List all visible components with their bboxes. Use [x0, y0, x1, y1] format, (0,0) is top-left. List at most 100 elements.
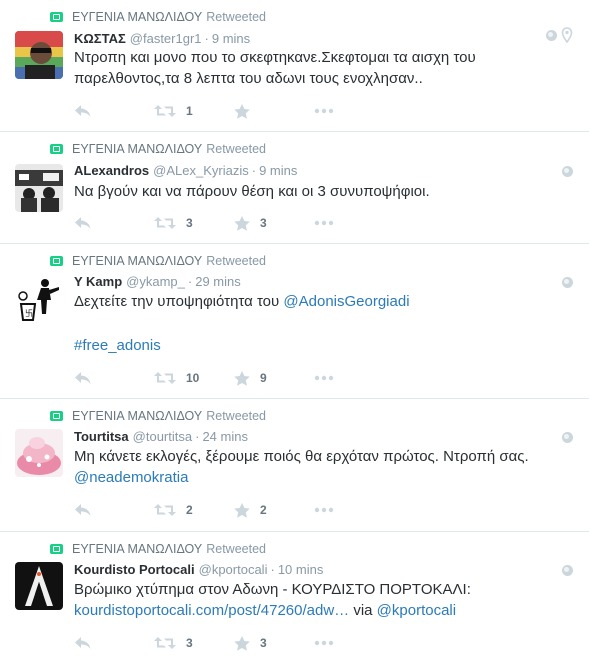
retweet-button[interactable]: 3 [154, 213, 234, 233]
timestamp[interactable]: 9 mins [212, 31, 250, 46]
retweet-button[interactable]: 2 [154, 500, 234, 520]
avatar[interactable] [15, 31, 63, 79]
tweet: ΕΥΓΕΝΙΑ ΜΑΝΩΛΙΔΟΥ Retweeted Kourdisto Po… [0, 532, 589, 662]
tweet-actions: 2 2 [74, 500, 334, 520]
more-button[interactable] [314, 368, 334, 388]
tweet: ΕΥΓΕΝΙΑ ΜΑΝΩΛΙΔΟΥ Retweeted ΚΩΣΤΑΣ @faste… [0, 0, 589, 132]
mention-link[interactable]: @neademokratia [74, 467, 579, 488]
retweeter-name[interactable]: ΕΥΓΕΝΙΑ ΜΑΝΩΛΙΔΟΥ [72, 409, 202, 423]
username[interactable]: @faster1gr1 [130, 31, 202, 46]
svg-text:卐: 卐 [25, 309, 33, 318]
favorite-button[interactable]: 3 [234, 213, 314, 233]
tweet-meta-icons [546, 27, 573, 43]
more-button[interactable] [314, 633, 334, 653]
reply-button[interactable] [74, 633, 154, 653]
separator-dot: · [251, 163, 257, 178]
tweet-meta-icons [562, 565, 573, 576]
avatar[interactable]: 卐 [15, 274, 63, 322]
retweeter-name[interactable]: ΕΥΓΕΝΙΑ ΜΑΝΩΛΙΔΟΥ [72, 142, 202, 156]
tweet-header: ΚΩΣΤΑΣ @faster1gr1 · 9 mins [74, 31, 250, 46]
reply-icon [75, 217, 91, 229]
tweet-text-line: Ντροπη και μονο που το σκεφτηκανε.Σκεφτο… [74, 49, 476, 66]
avatar[interactable] [15, 562, 63, 610]
retweeter-name[interactable]: ΕΥΓΕΝΙΑ ΜΑΝΩΛΙΔΟΥ [72, 10, 202, 24]
reply-button[interactable] [74, 368, 154, 388]
timestamp[interactable]: 9 mins [259, 163, 297, 178]
timestamp[interactable]: 10 mins [278, 562, 324, 577]
avatar[interactable] [15, 164, 63, 212]
retweet-context-icon [50, 12, 63, 22]
location-pin-icon[interactable] [561, 27, 573, 43]
more-dots-icon [314, 375, 334, 381]
display-name[interactable]: ALexandros [74, 163, 149, 178]
tweet-text: Μη κάνετε εκλογές, ξέρουμε ποιός θα ερχό… [74, 446, 579, 488]
reply-button[interactable] [74, 213, 154, 233]
retweet-context-icon [50, 144, 63, 154]
tweet-meta-icons [562, 432, 573, 443]
favorite-button[interactable]: 2 [234, 500, 314, 520]
more-button[interactable] [314, 101, 334, 121]
username[interactable]: @kportocali [199, 562, 268, 577]
display-name[interactable]: Kourdisto Portocali [74, 562, 195, 577]
reply-icon [75, 372, 91, 384]
display-name[interactable]: Tourtitsa [74, 429, 129, 444]
retweet-count: 10 [186, 371, 200, 385]
tweet-text: Να βγούν και να πάρουν θέση και οι 3 συν… [74, 181, 569, 202]
retweet-context: ΕΥΓΕΝΙΑ ΜΑΝΩΛΙΔΟΥ Retweeted [50, 408, 266, 424]
tweet-header: ALexandros @ALex_Kyriazis · 9 mins [74, 163, 297, 178]
tweet-header: Kourdisto Portocali @kportocali · 10 mins [74, 562, 323, 577]
retweeter-name[interactable]: ΕΥΓΕΝΙΑ ΜΑΝΩΛΙΔΟΥ [72, 542, 202, 556]
tweet-text: Ντροπη και μονο που το σκεφτηκανε.Σκεφτο… [74, 47, 569, 89]
reply-button[interactable] [74, 101, 154, 121]
retweet-icon [154, 637, 176, 649]
retweet-context: ΕΥΓΕΝΙΑ ΜΑΝΩΛΙΔΟΥ Retweeted [50, 253, 266, 269]
favorite-button[interactable]: 3 [234, 633, 314, 653]
retweet-icon [154, 105, 176, 117]
more-dots-icon [314, 108, 334, 114]
more-button[interactable] [314, 213, 334, 233]
more-button[interactable] [314, 500, 334, 520]
more-dots-icon [314, 640, 334, 646]
retweet-count: 1 [186, 104, 193, 118]
favorite-count: 9 [260, 371, 267, 385]
globe-icon [562, 432, 573, 443]
display-name[interactable]: Y Kamp [74, 274, 122, 289]
star-icon [234, 103, 250, 119]
username[interactable]: @ALex_Kyriazis [153, 163, 249, 178]
tweet-header: Y Kamp @ykamp_ · 29 mins [74, 274, 241, 289]
display-name[interactable]: ΚΩΣΤΑΣ [74, 31, 126, 46]
mention-link[interactable]: @kportocali [377, 602, 456, 619]
star-icon [234, 215, 250, 231]
tweet-actions: 3 3 [74, 633, 334, 653]
more-dots-icon [314, 507, 334, 513]
retweeted-label: Retweeted [206, 142, 266, 156]
retweet-context-icon [50, 411, 63, 421]
tweet-text-line: Δεχτείτε την υποψηφιότητα του @AdonisGeo… [74, 291, 569, 312]
favorite-button[interactable] [234, 101, 314, 121]
retweeter-name[interactable]: ΕΥΓΕΝΙΑ ΜΑΝΩΛΙΔΟΥ [72, 254, 202, 268]
retweet-count: 2 [186, 503, 193, 517]
mention-link[interactable]: @AdonisGeorgiadi [283, 293, 409, 310]
tweet-actions: 1 [74, 101, 334, 121]
reply-icon [75, 637, 91, 649]
retweet-context: ΕΥΓΕΝΙΑ ΜΑΝΩΛΙΔΟΥ Retweeted [50, 9, 266, 25]
username[interactable]: @ykamp_ [126, 274, 185, 289]
username[interactable]: @tourtitsa [133, 429, 192, 444]
hashtag-link[interactable]: #free_adonis [74, 335, 569, 356]
retweet-button[interactable]: 1 [154, 101, 234, 121]
url-link[interactable]: kourdistoportocali.com/post/47260/adw… [74, 602, 349, 619]
separator-dot: · [195, 429, 200, 444]
timestamp[interactable]: 24 mins [202, 429, 248, 444]
favorite-button[interactable]: 9 [234, 368, 314, 388]
retweet-button[interactable]: 3 [154, 633, 234, 653]
tweet-text-line: Να βγούν και να πάρουν θέση και οι 3 συν… [74, 183, 430, 200]
retweet-button[interactable]: 10 [154, 368, 234, 388]
globe-icon [562, 565, 573, 576]
retweet-icon [154, 217, 176, 229]
more-dots-icon [314, 220, 334, 226]
retweet-count: 3 [186, 216, 193, 230]
reply-button[interactable] [74, 500, 154, 520]
timestamp[interactable]: 29 mins [195, 274, 241, 289]
avatar[interactable] [15, 429, 63, 477]
